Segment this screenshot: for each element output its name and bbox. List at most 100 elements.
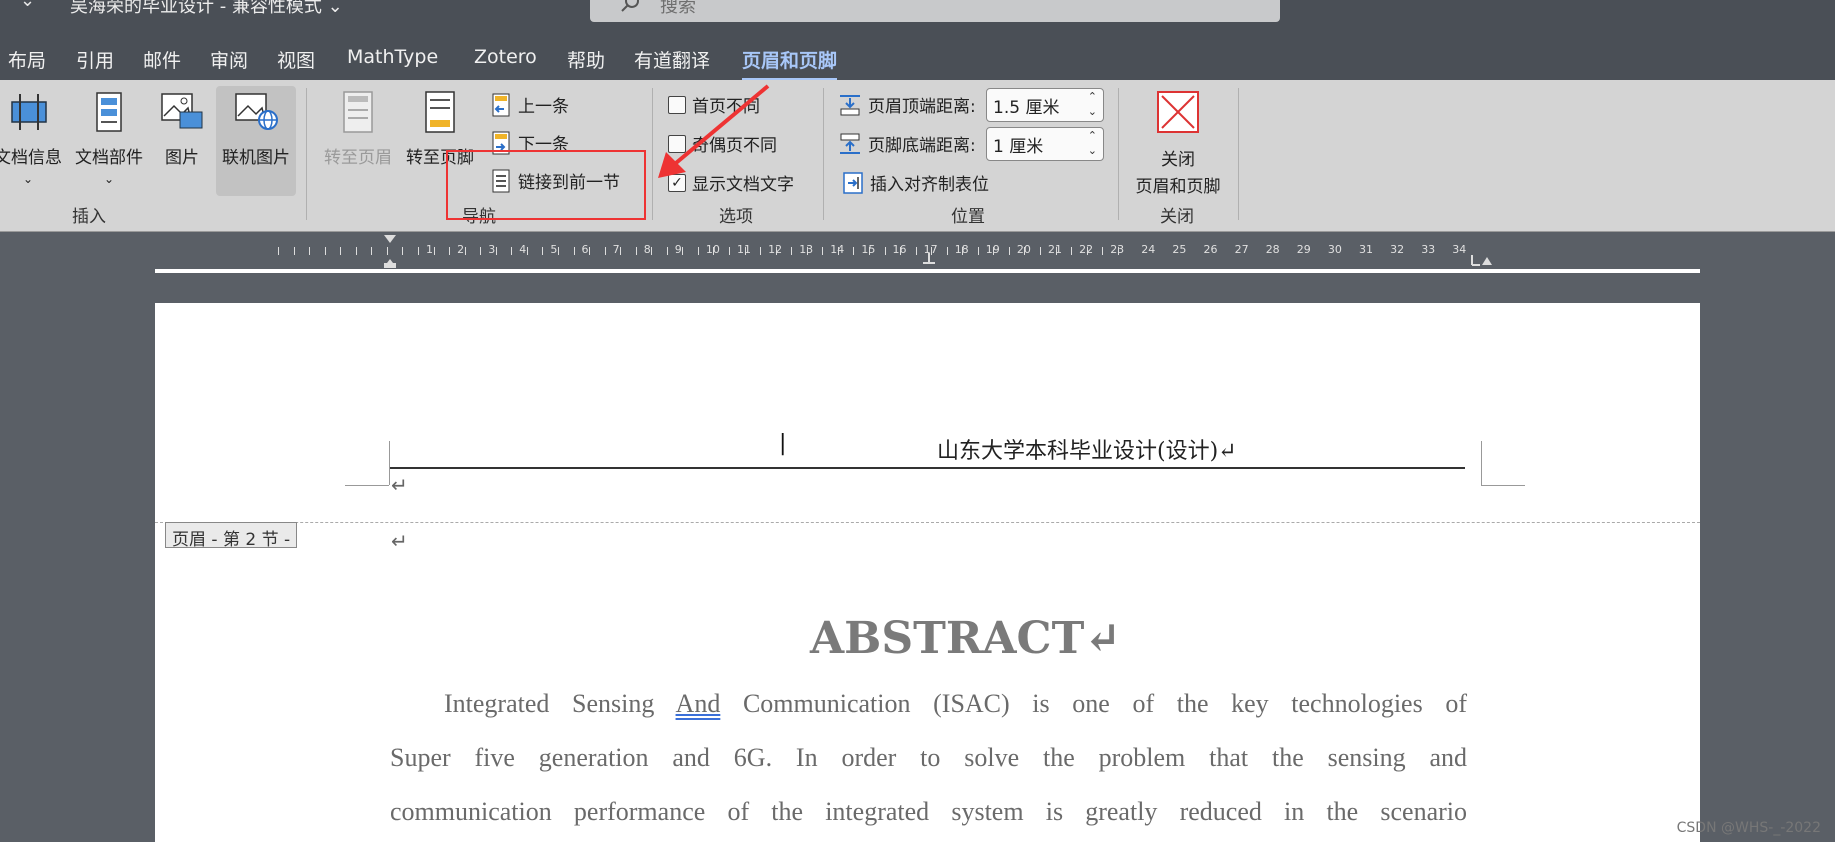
header-section-tag: 页眉 - 第 2 节 - — [165, 522, 298, 550]
tab-zotero[interactable]: Zotero — [474, 46, 537, 68]
ruler-tick — [340, 247, 342, 255]
ruler-tick — [495, 247, 497, 255]
ruler-tick — [433, 247, 435, 255]
watermark: CSDN @WHS-_-2022 — [1676, 820, 1821, 836]
tab-view[interactable]: 视图 — [277, 46, 315, 73]
body-line-2[interactable]: Super five generation and 6G. In order t… — [390, 743, 1467, 773]
tab-review[interactable]: 审阅 — [210, 46, 248, 73]
search-box[interactable]: 搜索 — [590, 0, 1280, 22]
ruler-number: 23 — [1110, 243, 1125, 256]
header-from-top-row: 页眉顶端距离: — [838, 92, 976, 117]
text-cursor: | — [779, 431, 787, 456]
document-page[interactable]: | 山东大学本科毕业设计(设计)↵ ↵ 页眉 - 第 2 节 - ↵ ABSTR… — [155, 303, 1700, 842]
ruler-number: 8 — [643, 243, 651, 256]
ribbon: 文档信息 ⌄ 文档部件 ⌄ 图片 联机图片 插入 转至页眉 转至页脚 上一条 下… — [0, 80, 1835, 232]
goto-header-icon — [343, 91, 373, 133]
paragraph-mark: ↵ — [391, 529, 408, 553]
body-text: Communication (ISAC) is one of the key t… — [720, 689, 1467, 718]
abstract-heading[interactable]: ABSTRACT↵ — [810, 613, 1121, 664]
document-title[interactable]: 吴海荣的毕业设计 - 兼容性模式 ⌄ — [70, 0, 343, 18]
tab-layout[interactable]: 布局 — [8, 46, 46, 73]
document-info-label: 文档信息 — [0, 148, 62, 168]
body-line-1[interactable]: Integrated Sensing And Communication (IS… — [444, 689, 1467, 719]
ruler-tick — [946, 247, 948, 255]
online-picture-icon — [235, 93, 278, 130]
search-placeholder: 搜索 — [660, 0, 696, 17]
title-bar: ⌄ 吴海荣的毕业设计 - 兼容性模式 ⌄ 搜索 — [0, 0, 1835, 40]
paragraph-mark: ↵ — [391, 473, 408, 497]
document-parts-label: 文档部件 — [75, 148, 143, 168]
header-left-corner — [389, 441, 390, 485]
tab-youdao-translate[interactable]: 有道翻译 — [634, 46, 710, 73]
ruler-tick — [822, 247, 824, 255]
close-label-line1: 关闭 — [1161, 150, 1195, 170]
ruler-number: 5 — [550, 243, 558, 256]
tab-help[interactable]: 帮助 — [567, 46, 605, 73]
ruler-number: 24 — [1141, 243, 1156, 256]
quick-access-chevron-icon[interactable]: ⌄ — [20, 0, 35, 11]
ruler-tick — [697, 247, 699, 255]
picture-button[interactable]: 图片 — [156, 90, 208, 168]
ruler-number: 2 — [457, 243, 465, 256]
ruler-number: 15 — [861, 243, 876, 256]
body-text: Integrated Sensing — [444, 689, 676, 718]
footer-bottom-distance-icon — [840, 133, 860, 154]
ruler-tick — [418, 247, 419, 255]
search-icon — [620, 0, 642, 18]
online-picture-button[interactable]: 联机图片 — [216, 86, 296, 196]
spin-arrows-icon[interactable]: ⌃ ⌄ — [1088, 89, 1097, 119]
ruler-number: 16 — [892, 243, 907, 256]
ruler-number: 29 — [1296, 243, 1311, 256]
header-text[interactable]: 山东大学本科毕业设计(设计)↵ — [937, 433, 1237, 465]
footer-from-bottom-value: 1 厘米 — [993, 137, 1044, 157]
header-top-distance-icon — [840, 94, 860, 115]
ruler-number: 7 — [612, 243, 620, 256]
insert-alignment-tab-button[interactable]: 插入对齐制表位 — [842, 170, 989, 195]
tab-header-footer[interactable]: 页眉和页脚 — [742, 46, 838, 81]
first-line-indent-marker-icon[interactable] — [382, 233, 398, 269]
group-separator — [823, 88, 824, 220]
ruler-tick — [1102, 247, 1104, 255]
goto-header-button[interactable]: 转至页眉 — [320, 90, 396, 168]
spin-arrows-icon[interactable]: ⌃ ⌄ — [1088, 128, 1097, 158]
close-label-line2: 页眉和页脚 — [1135, 177, 1221, 197]
header-from-top-value: 1.5 厘米 — [993, 98, 1060, 118]
picture-icon — [161, 93, 203, 129]
ruler-number: 20 — [1016, 243, 1031, 256]
ruler-number: 30 — [1327, 243, 1342, 256]
ruler-number: 33 — [1421, 243, 1436, 256]
ruler-tick — [666, 247, 668, 255]
ruler-number: 1 — [426, 243, 433, 256]
close-header-footer-button[interactable]: 关闭 页眉和页脚 — [1128, 90, 1228, 197]
header-right-corner — [1481, 485, 1525, 486]
chevron-down-icon: ⌄ — [22, 172, 34, 186]
body-line-3[interactable]: communication performance of the integra… — [390, 797, 1467, 827]
group-separator — [306, 88, 307, 220]
ruler-tick — [293, 247, 295, 255]
header-from-top-label: 页眉顶端距离: — [868, 97, 976, 117]
ruler-tick — [309, 247, 311, 255]
ruler-number: 28 — [1265, 243, 1280, 256]
picture-label: 图片 — [165, 148, 199, 168]
previous-button[interactable]: 上一条 — [490, 92, 569, 117]
tab-references[interactable]: 引用 — [76, 46, 114, 73]
ruler-tick — [1008, 247, 1010, 255]
document-info-button[interactable]: 文档信息 ⌄ — [0, 90, 64, 188]
document-parts-button[interactable]: 文档部件 ⌄ — [72, 90, 146, 188]
right-indent-marker-icon[interactable] — [1470, 253, 1492, 267]
document-info-icon — [11, 94, 47, 130]
annotation-highlight-box — [446, 150, 646, 220]
tab-mathtype[interactable]: MathType — [347, 46, 438, 68]
insert-alignment-tab-label: 插入对齐制表位 — [870, 175, 989, 195]
ruler-tick — [402, 247, 404, 255]
ruler-tick — [526, 247, 528, 255]
tab-stop-center-icon[interactable] — [922, 253, 936, 265]
group-label-close: 关闭 — [1160, 207, 1194, 227]
tab-mailings[interactable]: 邮件 — [143, 46, 181, 73]
previous-label: 上一条 — [518, 97, 569, 117]
footer-from-bottom-input[interactable]: 1 厘米 ⌃ ⌄ — [986, 127, 1104, 161]
header-from-top-input[interactable]: 1.5 厘米 ⌃ ⌄ — [986, 88, 1104, 122]
footer-from-bottom-row: 页脚底端距离: — [838, 131, 976, 156]
document-parts-icon — [96, 92, 122, 132]
horizontal-ruler[interactable]: 1 2 3 4 5 6 7 8 9 10 11 12 13 14 15 16 17 18 19 20 21 22 23 24 2… — [0, 233, 1835, 269]
